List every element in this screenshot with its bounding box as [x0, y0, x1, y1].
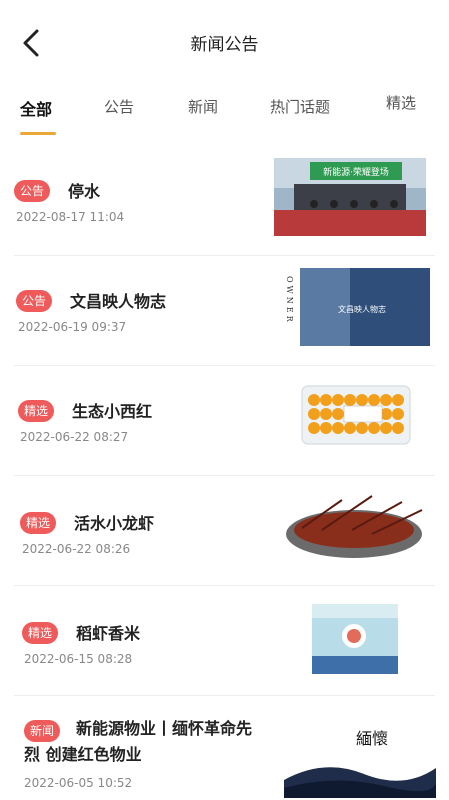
item-date: 2022-06-15 08:28 [24, 652, 133, 666]
list-item[interactable]: 精选 生态小西红 2022-06-22 08:27 [0, 366, 449, 476]
item-date: 2022-06-05 10:52 [24, 776, 133, 790]
tab-news[interactable]: 新闻 [188, 96, 218, 117]
list-item[interactable]: 新闻 新能源物业丨缅怀革命先烈 创建红色物业 2022-06-05 10:52 … [0, 696, 449, 800]
item-title: 停水 [68, 182, 101, 201]
thumb-sub-text: 文昌映人物志 [338, 304, 386, 314]
tab-bar: 全部 公告 新闻 热门话题 精选 [0, 94, 449, 140]
category-badge: 精选 [20, 512, 57, 534]
item-date: 2022-06-19 09:37 [18, 320, 127, 334]
category-badge: 公告 [14, 180, 51, 202]
item-title: 生态小西红 [72, 402, 153, 421]
item-date: 2022-06-22 08:26 [22, 542, 131, 556]
thumbnail-image: OWNER 文昌映人物志 [278, 268, 430, 346]
item-title: 稻虾香米 [76, 624, 141, 643]
tab-all[interactable]: 全部 [20, 96, 52, 120]
list-item[interactable]: 精选 活水小龙虾 2022-06-22 08:26 [0, 476, 449, 586]
thumb-owner-text: OWNER [285, 276, 294, 325]
thumb-calligraphy: 緬懷 [356, 729, 388, 748]
list-item[interactable]: 精选 稻虾香米 2022-06-15 08:28 [0, 586, 449, 696]
thumbnail-image [284, 600, 436, 678]
item-title: 活水小龙虾 [74, 514, 155, 533]
thumbnail-image [282, 490, 434, 568]
thumbnail-image: 新能源·荣耀登场 [274, 158, 426, 236]
news-list: 公告 停水 2022-08-17 11:04 新能源·荣耀登场 公告 文昌映人物… [0, 146, 449, 800]
list-item[interactable]: 公告 文昌映人物志 2022-06-19 09:37 OWNER 文昌映人物志 [0, 256, 449, 366]
item-title: 文昌映人物志 [70, 292, 167, 311]
thumb-banner-text: 新能源·荣耀登场 [323, 166, 389, 178]
active-tab-indicator [20, 132, 56, 135]
item-title: 新能源物业丨缅怀革命先烈 创建红色物业 [24, 719, 253, 764]
category-badge: 公告 [16, 290, 53, 312]
thumbnail-image: 緬懷 [284, 718, 436, 798]
category-badge: 精选 [18, 400, 55, 422]
item-date: 2022-06-22 08:27 [20, 430, 129, 444]
item-date: 2022-08-17 11:04 [16, 210, 125, 224]
tab-hot-topics[interactable]: 热门话题 [270, 96, 330, 117]
category-badge: 精选 [22, 622, 59, 644]
list-item[interactable]: 公告 停水 2022-08-17 11:04 新能源·荣耀登场 [0, 146, 449, 256]
tab-announcement[interactable]: 公告 [104, 96, 134, 117]
tab-featured[interactable]: 精选 [386, 92, 416, 113]
header: 新闻公告 [0, 0, 449, 84]
thumbnail-image [280, 380, 432, 458]
page-title: 新闻公告 [190, 35, 259, 55]
